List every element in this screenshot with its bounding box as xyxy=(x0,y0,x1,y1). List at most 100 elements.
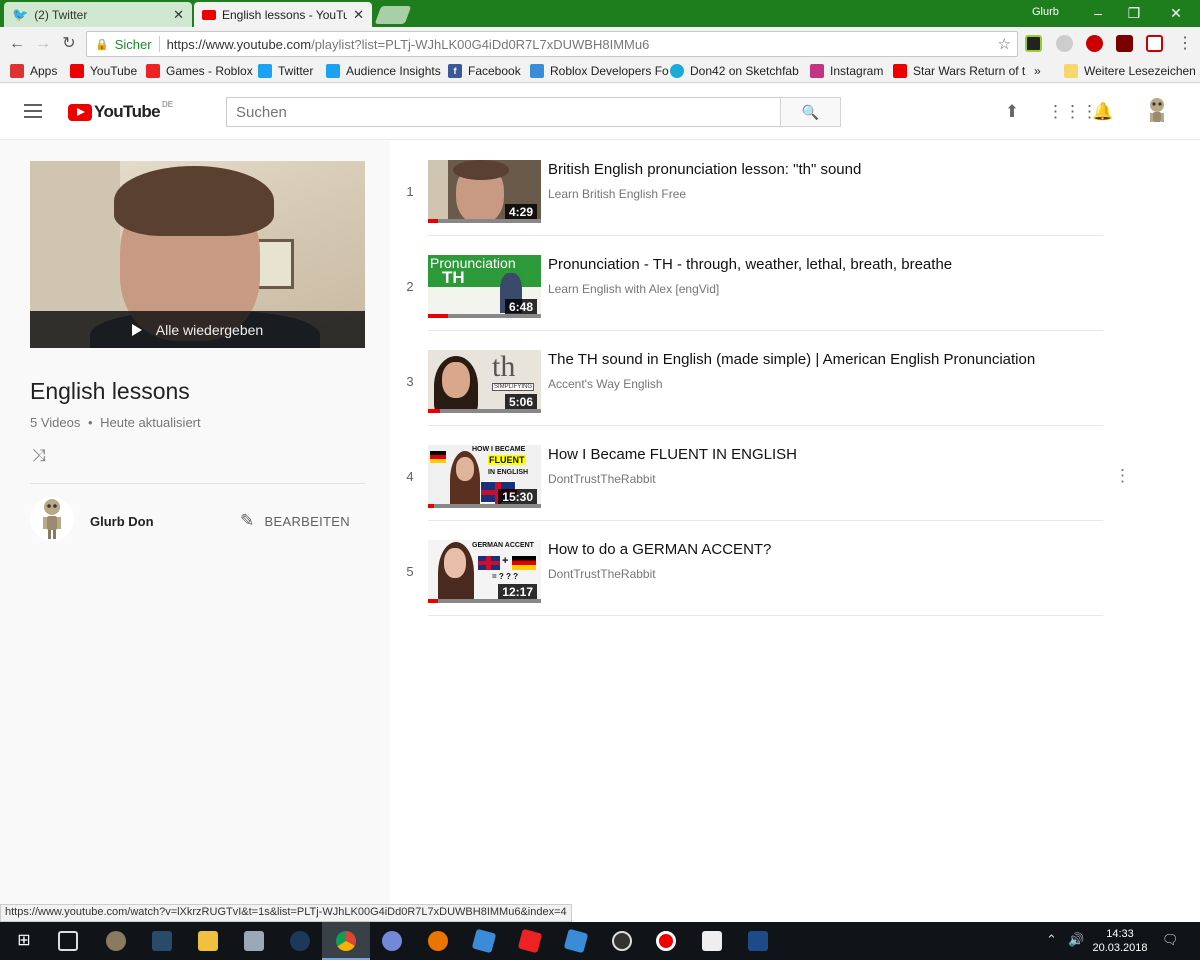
search-button[interactable]: 🔍 xyxy=(780,97,841,127)
video-duration: 4:29 xyxy=(504,204,537,220)
play-all-button[interactable]: Alle wiedergeben xyxy=(30,311,365,348)
browser-toolbar: ← → ↻ 🔒 Sicher https://www.youtube.com/p… xyxy=(0,27,1200,61)
list-item[interactable]: 2 Pronunciation TH 6:48 Pronunciation - … xyxy=(390,236,1103,331)
avatar[interactable] xyxy=(1144,96,1170,128)
tray-chevron-icon[interactable]: ⌃ xyxy=(1046,932,1057,948)
extension-icon[interactable] xyxy=(1146,35,1163,52)
video-channel[interactable]: Learn English with Alex [engVid] xyxy=(548,282,719,296)
window-user-label[interactable]: Glurb xyxy=(1032,6,1059,18)
windows-taskbar: ⊞ ⌃ 🔊 14:33 20.03.2018 🗨 xyxy=(0,922,1200,960)
back-icon[interactable]: ← xyxy=(6,33,28,55)
search-input[interactable] xyxy=(226,97,781,127)
bookmark-apps[interactable]: Apps xyxy=(10,64,57,78)
bookmarks-more-button[interactable]: » xyxy=(1034,64,1041,78)
bookmark-star-icon[interactable]: ☆ xyxy=(998,35,1011,53)
video-title[interactable]: Pronunciation - TH - through, weather, l… xyxy=(548,256,952,273)
minimize-icon[interactable]: – xyxy=(1080,2,1116,24)
bookmark-sketchfab[interactable]: Don42 on Sketchfab xyxy=(670,64,799,78)
video-thumbnail[interactable]: th SIMPLIFYING 5:06 xyxy=(428,350,541,413)
roblox-icon[interactable] xyxy=(517,928,543,954)
obs-icon[interactable] xyxy=(612,931,632,951)
blender-icon[interactable] xyxy=(428,931,448,951)
video-title[interactable]: British English pronunciation lesson: "t… xyxy=(548,161,861,178)
bookmark-facebook[interactable]: f Facebook xyxy=(448,64,521,78)
system-clock[interactable]: 14:33 20.03.2018 xyxy=(1092,927,1148,955)
list-item[interactable]: 3 th SIMPLIFYING 5:06 The TH sound in En… xyxy=(390,331,1103,426)
address-bar[interactable]: 🔒 Sicher https://www.youtube.com/playlis… xyxy=(86,31,1018,57)
video-thumbnail[interactable]: 4:29 xyxy=(428,160,541,223)
roblox-studio-icon[interactable] xyxy=(563,928,589,954)
roblox-studio-icon[interactable] xyxy=(471,928,497,954)
other-bookmarks[interactable]: Weitere Lesezeichen xyxy=(1064,64,1196,78)
video-channel[interactable]: Learn British English Free xyxy=(548,187,686,201)
bookmark-roblox-dev[interactable]: Roblox Developers Fo xyxy=(530,64,669,78)
youtube-play-icon xyxy=(68,103,92,121)
tab-twitter[interactable]: 🐦 (2) Twitter ✕ xyxy=(4,2,192,27)
menu-dots-icon[interactable]: ⋮ xyxy=(1174,33,1196,55)
discord-icon[interactable] xyxy=(382,931,402,951)
ublock-icon[interactable] xyxy=(1116,35,1133,52)
bookmark-label: YouTube xyxy=(90,64,138,78)
video-channel[interactable]: DontTrustTheRabbit xyxy=(548,472,656,486)
status-bar-url: https://www.youtube.com/watch?v=lXkrzRUG… xyxy=(0,904,572,922)
visual-studio-icon[interactable] xyxy=(748,931,768,951)
close-tab-icon[interactable]: ✕ xyxy=(173,7,184,23)
video-title[interactable]: How I Became FLUENT IN ENGLISH xyxy=(548,446,797,463)
tab-english-lessons[interactable]: English lessons - YouTube ✕ xyxy=(194,2,372,27)
hamburger-menu-icon[interactable] xyxy=(24,104,42,118)
thumbnail-text: IN ENGLISH xyxy=(488,469,529,476)
more-actions-icon[interactable]: ⋮ xyxy=(1114,466,1131,486)
extension-icon[interactable] xyxy=(1025,35,1042,52)
notifications-bell-icon[interactable]: 🔔 xyxy=(1092,102,1113,122)
video-thumbnail[interactable]: HOW I BECAME FLUENT IN ENGLISH 15:30 xyxy=(428,445,541,508)
notification-center-icon[interactable]: 🗨 xyxy=(1162,932,1179,948)
video-duration: 15:30 xyxy=(498,489,537,505)
task-view-icon[interactable] xyxy=(58,931,78,951)
app-icon[interactable] xyxy=(702,931,722,951)
bookmark-audience-insights[interactable]: Audience Insights xyxy=(326,64,441,78)
bookmark-games-roblox[interactable]: Games - Roblox xyxy=(146,64,253,78)
restore-icon[interactable]: ❐ xyxy=(1116,2,1152,24)
video-channel[interactable]: Accent's Way English xyxy=(548,377,663,391)
adblock-icon[interactable] xyxy=(1086,35,1103,52)
file-explorer-icon[interactable] xyxy=(198,931,218,951)
upload-icon[interactable]: ⬆ xyxy=(1002,102,1022,122)
video-channel[interactable]: DontTrustTheRabbit xyxy=(548,567,656,581)
bookmark-star-wars[interactable]: Star Wars Return of t xyxy=(893,64,1025,78)
list-item[interactable]: 1 4:29 British English pronunciation les… xyxy=(390,141,1103,236)
forward-icon[interactable]: → xyxy=(32,33,54,55)
reload-icon[interactable]: ↻ xyxy=(58,33,80,55)
close-tab-icon[interactable]: ✕ xyxy=(353,7,364,23)
bookmark-twitter[interactable]: Twitter xyxy=(258,64,313,78)
browser-titlebar: 🐦 (2) Twitter ✕ English lessons - YouTub… xyxy=(0,0,1200,27)
list-item[interactable]: 5 GERMAN ACCENT + = ? ? ? 12:17 How to d… xyxy=(390,521,1103,616)
app-icon[interactable] xyxy=(106,931,126,951)
edit-button[interactable]: ✎ BEARBEITEN xyxy=(240,511,350,531)
video-thumbnail[interactable]: GERMAN ACCENT + = ? ? ? 12:17 xyxy=(428,540,541,603)
record-icon[interactable] xyxy=(656,931,676,951)
owner-name[interactable]: Glurb Don xyxy=(90,514,154,529)
video-thumbnail[interactable]: Pronunciation TH 6:48 xyxy=(428,255,541,318)
unity-icon[interactable] xyxy=(152,931,172,951)
video-duration: 12:17 xyxy=(498,584,537,600)
volume-icon[interactable]: 🔊 xyxy=(1068,932,1084,948)
new-tab-button[interactable] xyxy=(374,6,412,24)
shuffle-icon[interactable]: ⤨ xyxy=(32,446,52,466)
chrome-icon[interactable] xyxy=(336,931,356,951)
close-window-icon[interactable]: ✕ xyxy=(1158,2,1194,24)
avatar[interactable] xyxy=(30,495,74,543)
list-item[interactable]: 4 HOW I BECAME FLUENT IN ENGLISH 15:30 H… xyxy=(390,426,1131,521)
steam-icon[interactable] xyxy=(290,931,310,951)
instagram-icon xyxy=(810,64,824,78)
playlist-thumbnail[interactable]: Alle wiedergeben xyxy=(30,161,365,348)
thumbnail-text: = ? ? ? xyxy=(492,572,518,581)
bookmark-youtube[interactable]: YouTube xyxy=(70,64,137,78)
video-title[interactable]: The TH sound in English (made simple) | … xyxy=(548,351,1035,368)
apps-grid-icon[interactable]: ⋮⋮⋮ xyxy=(1047,102,1098,122)
youtube-logo[interactable]: YouTube DE xyxy=(68,100,173,122)
app-icon[interactable] xyxy=(244,931,264,951)
windows-start-icon[interactable]: ⊞ xyxy=(14,931,34,951)
extension-icon[interactable] xyxy=(1056,35,1073,52)
video-title[interactable]: How to do a GERMAN ACCENT? xyxy=(548,541,771,558)
bookmark-instagram[interactable]: Instagram xyxy=(810,64,883,78)
